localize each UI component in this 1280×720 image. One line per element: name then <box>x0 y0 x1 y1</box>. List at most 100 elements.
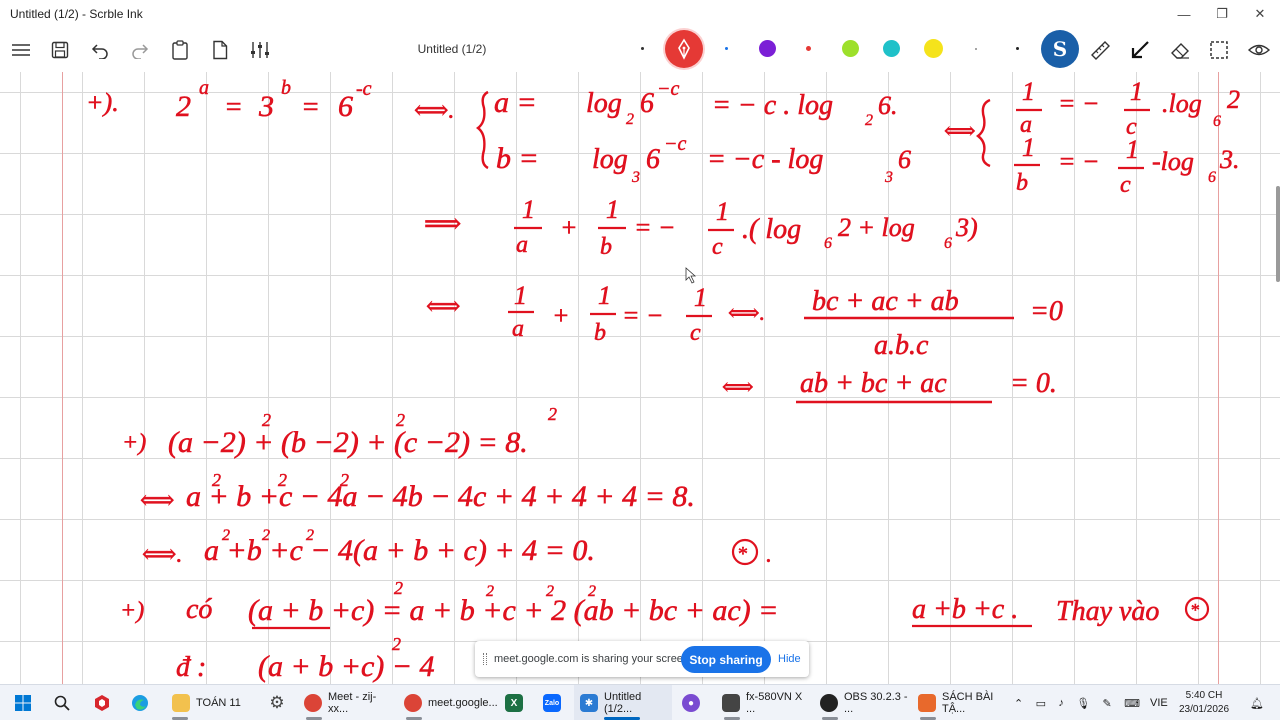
taskbar-item-1[interactable]: Meet - zij-xx... <box>298 685 394 720</box>
ink-sub-3a: 3 <box>631 169 640 186</box>
black-dot-swatch[interactable] <box>1016 47 1019 50</box>
ink-star-2: * <box>1190 600 1199 620</box>
ink-1a2-num: 1 <box>514 281 527 310</box>
ink-exp-last: 2 <box>392 634 401 654</box>
taskbar-item-3[interactable]: ✱ Untitled (1/2... <box>574 685 672 720</box>
stop-sharing-button[interactable]: Stop sharing <box>681 646 771 673</box>
ruler-icon[interactable] <box>1085 36 1115 64</box>
ink-6b: 6. <box>878 91 898 120</box>
taskbar-item-4[interactable]: fx-580VN X ... <box>716 685 812 720</box>
ink-brace-2 <box>976 98 991 168</box>
ink-dot-paren-log: .( log <box>742 214 801 245</box>
ink-1c2-num: 1 <box>694 283 707 312</box>
volume-icon[interactable]: ♪ <box>1058 697 1064 709</box>
taskbar-item-label: SÁCH BÀI TẬ... <box>942 691 994 715</box>
ink-sub-6a: 6 <box>1213 113 1221 130</box>
settings-button[interactable]: ⚙ <box>264 685 290 720</box>
minimize-button[interactable]: — <box>1164 0 1204 28</box>
blue-dot-swatch[interactable] <box>725 47 728 50</box>
yellow-swatch[interactable] <box>924 39 943 58</box>
excel-icon: X <box>505 694 523 712</box>
ink-canvas[interactable]: +). 2 a = 3 b = 6 -c ⟺. a = log 2 6 −c =… <box>0 72 1280 684</box>
hide-link[interactable]: Hide <box>778 653 801 665</box>
edge-button[interactable] <box>128 685 152 720</box>
excel-button[interactable]: X <box>500 685 528 720</box>
purple-swatch[interactable] <box>759 40 776 57</box>
calculator-icon <box>722 694 740 712</box>
ink-eq-1: = <box>224 92 243 123</box>
shape-recognition-tool[interactable]: S <box>1041 30 1079 68</box>
autodesk-app-button[interactable] <box>90 685 114 720</box>
vertical-scrollbar[interactable] <box>1276 186 1280 282</box>
maximize-button[interactable]: ❐ <box>1202 0 1242 28</box>
taskbar-item-5[interactable]: OBS 30.2.3 - ... <box>814 685 910 720</box>
ink-a2b2c2: a +b +c . <box>912 594 1018 625</box>
ink-exp-a2: 2 <box>212 470 221 490</box>
pen-icon[interactable]: ✎ <box>1103 697 1112 710</box>
ink-2-pow-a: 2 <box>176 90 191 123</box>
ink-1b2-den: b <box>594 320 606 346</box>
pen-tool-active[interactable] <box>665 30 703 68</box>
cyan-swatch[interactable] <box>883 40 900 57</box>
drag-handle[interactable] <box>483 653 487 665</box>
undo-icon[interactable] <box>85 36 115 64</box>
keyboard-icon[interactable]: ⌨ <box>1124 697 1140 710</box>
view-eye-icon[interactable] <box>1244 36 1274 64</box>
paste-icon[interactable] <box>165 36 195 64</box>
ink-exp-c2b: 2 <box>306 527 314 544</box>
notifications-button[interactable]: 🔔︎ <box>1250 685 1270 720</box>
zalo-button[interactable]: Zalo <box>538 685 566 720</box>
display-icon[interactable]: ▭ <box>1036 697 1046 710</box>
red-dot-swatch[interactable] <box>806 46 811 51</box>
ink-frac-1a-num: 1 <box>1022 77 1035 106</box>
settings-sliders-icon[interactable] <box>245 36 275 64</box>
ink-frac-1b-num: 1 <box>1022 133 1035 162</box>
search-button[interactable] <box>50 685 74 720</box>
start-button[interactable] <box>10 685 36 720</box>
ink-exp-minus-c-2: −c <box>657 78 679 100</box>
ink-thay-vao: Thay vào <box>1056 596 1159 627</box>
language-indicator[interactable]: VIE <box>1150 685 1168 720</box>
menu-icon[interactable] <box>6 36 36 64</box>
ink-1c2-den: c <box>690 320 701 346</box>
ink-exp-sq-3: 2 <box>548 404 557 424</box>
ink-1a-num: 1 <box>522 195 535 224</box>
tiny-dot-swatch[interactable] <box>975 48 977 50</box>
ink-1c-den: c <box>712 234 723 260</box>
new-page-icon[interactable] <box>205 36 235 64</box>
clock[interactable]: 5:40 CH 23/01/2026 <box>1170 689 1238 717</box>
chrome-icon <box>404 694 422 712</box>
ink-plus-1: +). <box>86 88 119 117</box>
ink-plus-4: +) <box>122 430 146 456</box>
select-arrow-icon[interactable] <box>1125 36 1155 64</box>
taskbar-item-6[interactable]: SÁCH BÀI TẬ... <box>912 685 1008 720</box>
toolbar: Untitled (1/2) S <box>0 28 1280 72</box>
ink-eq-minus-6: = − <box>622 301 664 330</box>
eraser-icon[interactable] <box>1165 36 1195 64</box>
taskbar-item-label: TOÁN 11 <box>196 697 241 709</box>
ink-sub-6b: 6 <box>1208 169 1216 186</box>
ink-1b-num: 1 <box>606 195 619 224</box>
ink-exp-b2c: 2 <box>546 583 554 600</box>
taskbar-item-0[interactable]: TOÁN 11 <box>164 685 260 720</box>
ink-sub-2b: 2 <box>865 112 873 129</box>
ink-log6-3: -log <box>1152 147 1194 176</box>
close-button[interactable]: ✕ <box>1240 0 1280 28</box>
save-icon[interactable] <box>45 36 75 64</box>
ink-eq-minus-c: = − c . log <box>712 90 833 121</box>
ink-6c: 6 <box>646 144 660 175</box>
lasso-select-icon[interactable] <box>1204 36 1234 64</box>
podcast-button[interactable]: ● <box>678 685 704 720</box>
taskbar-item-2[interactable]: meet.google... <box>398 685 498 720</box>
ink-iff-4: ⟺. <box>728 300 765 325</box>
redo-icon[interactable] <box>125 36 155 64</box>
green-swatch[interactable] <box>842 40 859 57</box>
ink-exp-sq-1: 2 <box>262 410 271 430</box>
small-pen-size-dot[interactable] <box>641 47 644 50</box>
mic-icon[interactable]: 🎙︎ <box>1076 697 1090 710</box>
chrome-icon <box>304 694 322 712</box>
chevron-up-icon[interactable]: ⌃ <box>1014 697 1023 710</box>
ink-2c: 2 <box>1227 85 1240 114</box>
clock-date: 23/01/2026 <box>1178 704 1230 715</box>
ink-6-pow: 6 <box>338 90 353 123</box>
